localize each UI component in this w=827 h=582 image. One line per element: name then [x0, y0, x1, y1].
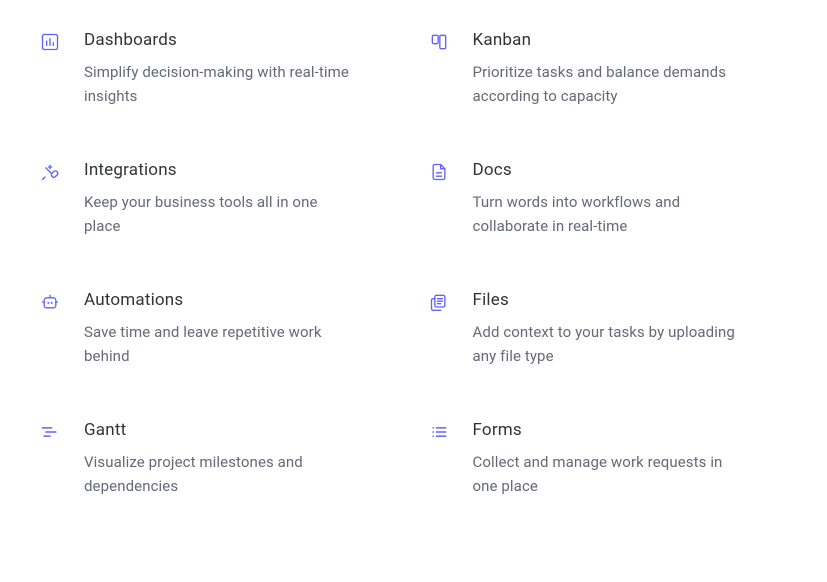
feature-title: Docs: [473, 160, 743, 180]
feature-title: Automations: [84, 290, 354, 310]
automations-icon: [40, 292, 60, 312]
gantt-icon: [40, 422, 60, 442]
feature-text: Docs Turn words into workflows and colla…: [473, 160, 743, 238]
docs-icon: [429, 162, 449, 182]
integrations-icon: [40, 162, 60, 182]
feature-kanban[interactable]: Kanban Prioritize tasks and balance dema…: [429, 30, 788, 108]
feature-desc: Visualize project milestones and depende…: [84, 450, 354, 498]
feature-automations[interactable]: Automations Save time and leave repetiti…: [40, 290, 399, 368]
feature-text: Dashboards Simplify decision-making with…: [84, 30, 354, 108]
feature-text: Kanban Prioritize tasks and balance dema…: [473, 30, 743, 108]
kanban-icon: [429, 32, 449, 52]
feature-desc: Prioritize tasks and balance demands acc…: [473, 60, 743, 108]
feature-title: Dashboards: [84, 30, 354, 50]
forms-icon: [429, 422, 449, 442]
feature-title: Forms: [473, 420, 743, 440]
files-icon: [429, 292, 449, 312]
feature-text: Automations Save time and leave repetiti…: [84, 290, 354, 368]
feature-desc: Save time and leave repetitive work behi…: [84, 320, 354, 368]
dashboard-icon: [40, 32, 60, 52]
feature-desc: Turn words into workflows and collaborat…: [473, 190, 743, 238]
feature-title: Gantt: [84, 420, 354, 440]
feature-title: Kanban: [473, 30, 743, 50]
features-grid: Dashboards Simplify decision-making with…: [40, 30, 787, 498]
feature-text: Files Add context to your tasks by uploa…: [473, 290, 743, 368]
feature-title: Integrations: [84, 160, 354, 180]
feature-text: Gantt Visualize project milestones and d…: [84, 420, 354, 498]
feature-forms[interactable]: Forms Collect and manage work requests i…: [429, 420, 788, 498]
feature-text: Forms Collect and manage work requests i…: [473, 420, 743, 498]
feature-text: Integrations Keep your business tools al…: [84, 160, 354, 238]
feature-docs[interactable]: Docs Turn words into workflows and colla…: [429, 160, 788, 238]
feature-files[interactable]: Files Add context to your tasks by uploa…: [429, 290, 788, 368]
feature-integrations[interactable]: Integrations Keep your business tools al…: [40, 160, 399, 238]
feature-gantt[interactable]: Gantt Visualize project milestones and d…: [40, 420, 399, 498]
feature-title: Files: [473, 290, 743, 310]
feature-desc: Collect and manage work requests in one …: [473, 450, 743, 498]
feature-desc: Add context to your tasks by uploading a…: [473, 320, 743, 368]
feature-desc: Simplify decision-making with real-time …: [84, 60, 354, 108]
feature-desc: Keep your business tools all in one plac…: [84, 190, 354, 238]
feature-dashboards[interactable]: Dashboards Simplify decision-making with…: [40, 30, 399, 108]
